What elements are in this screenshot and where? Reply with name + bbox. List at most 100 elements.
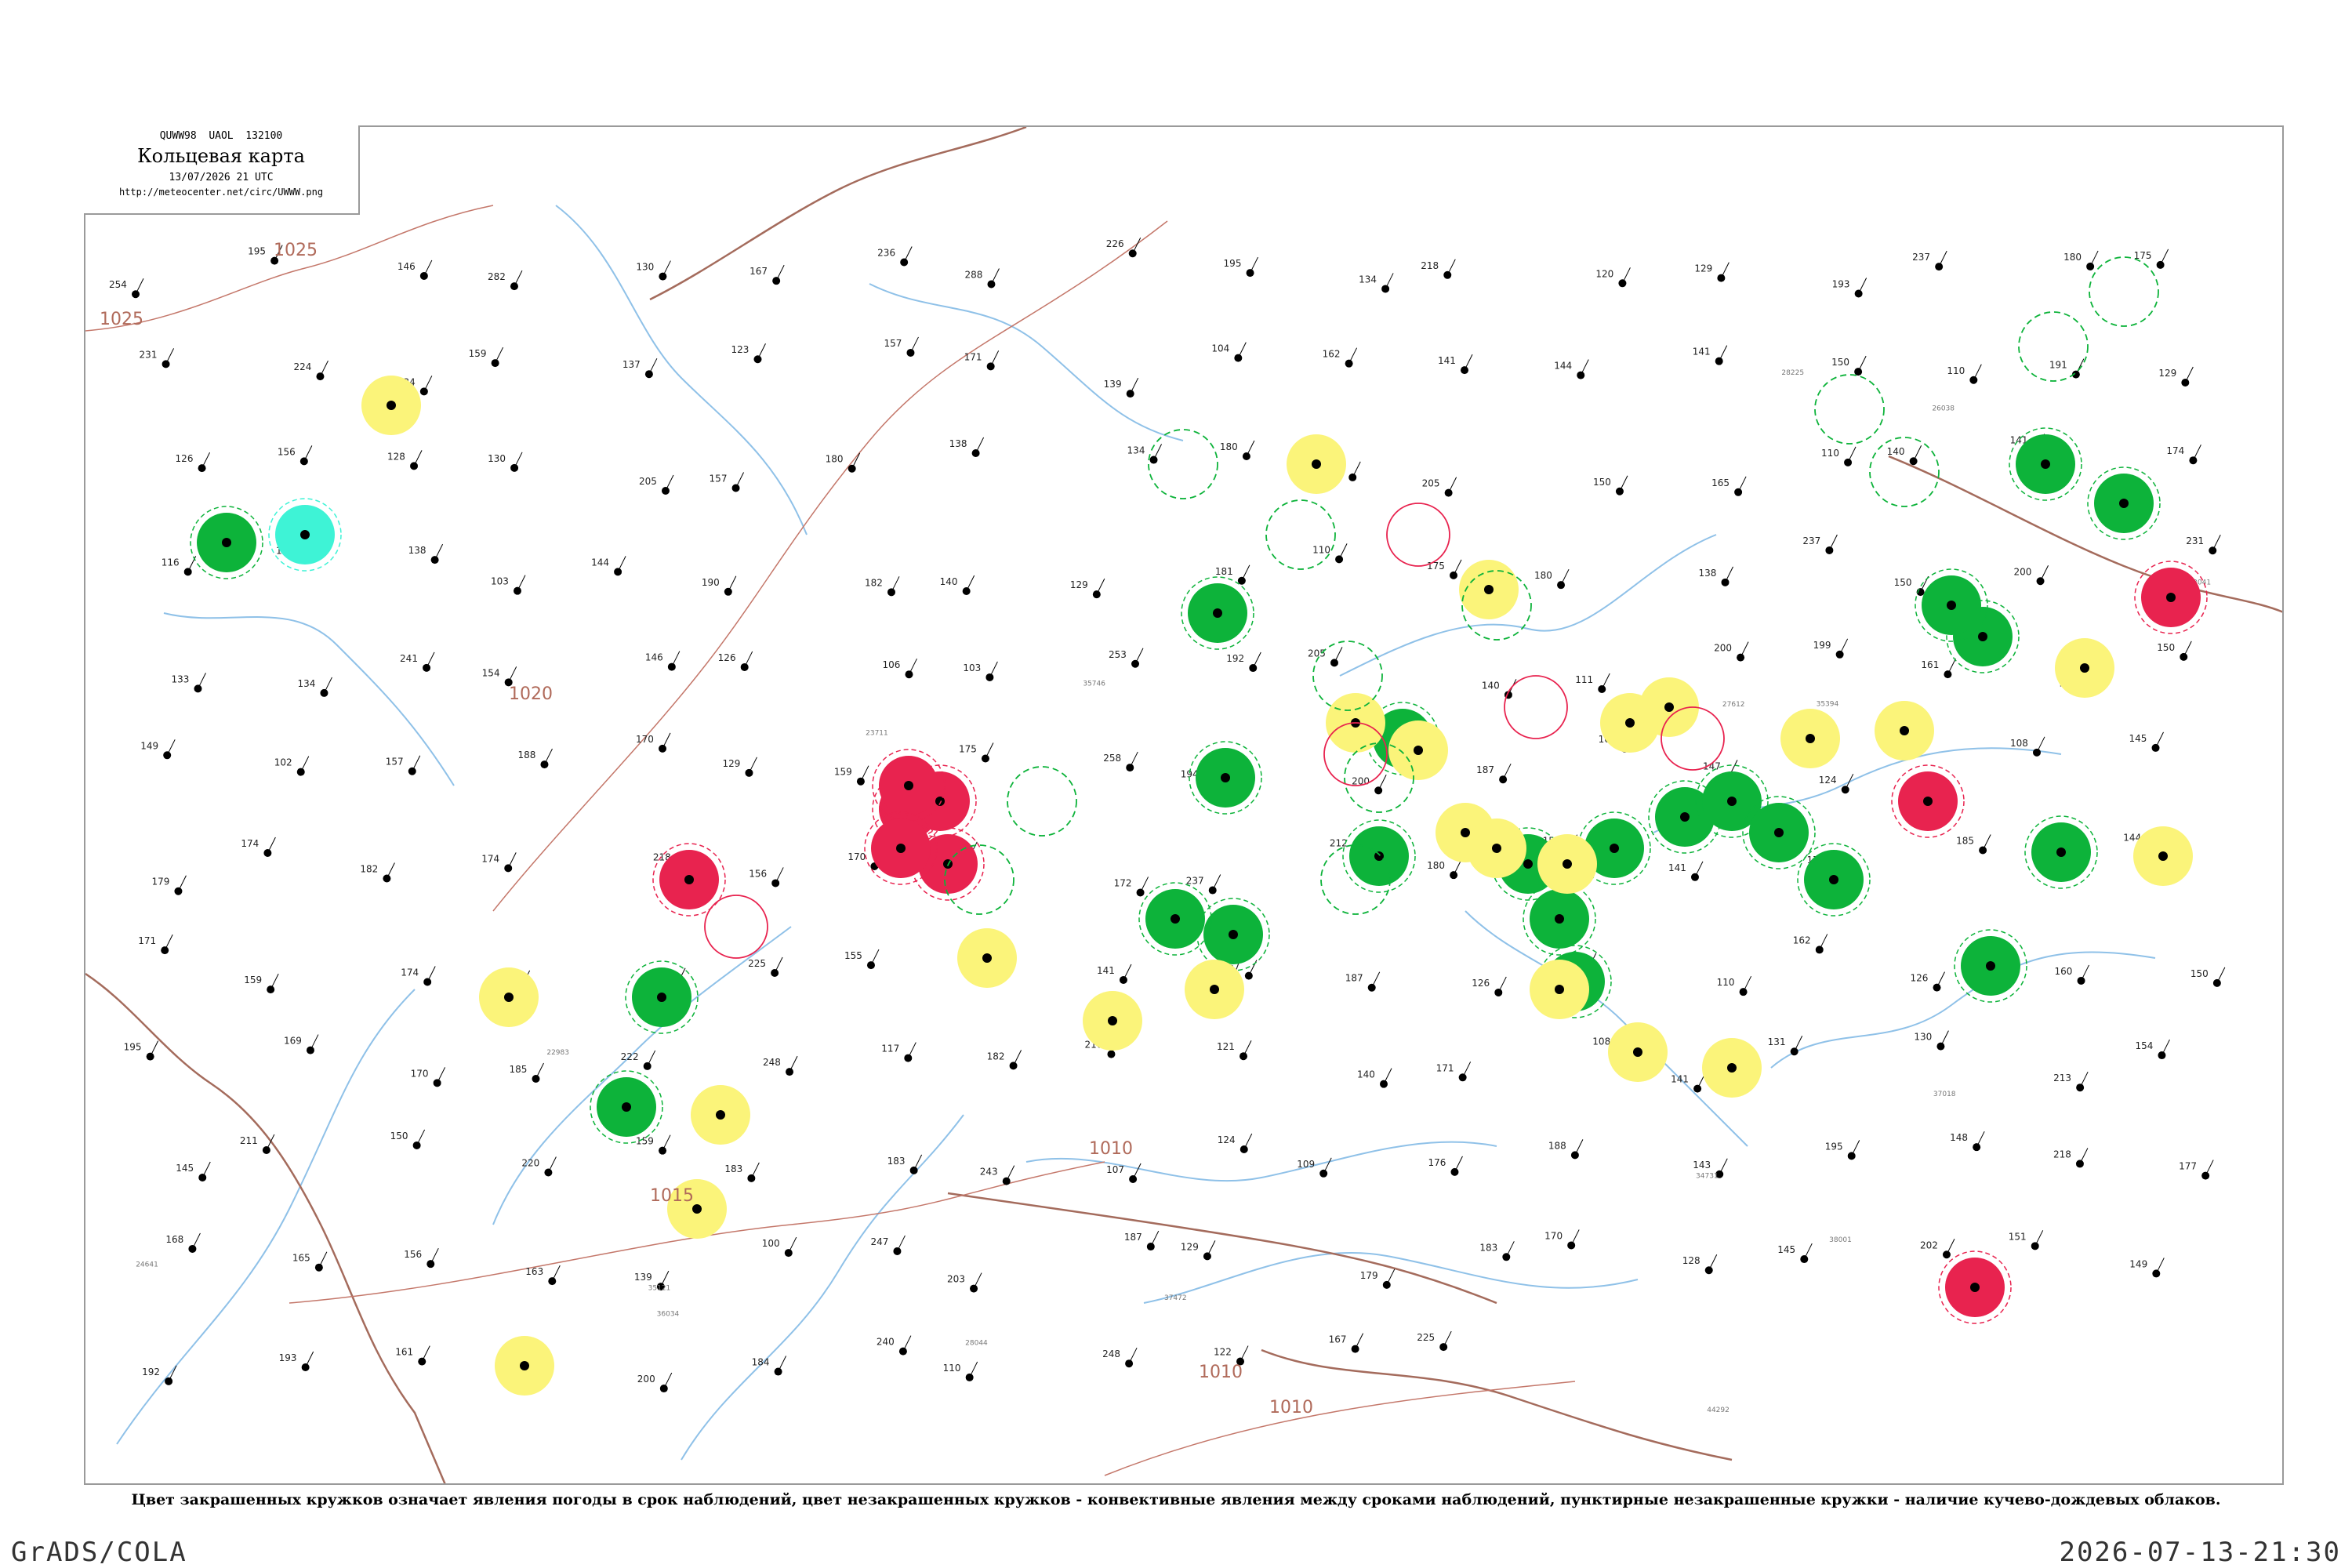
station-plot: 163 [525,1265,561,1286]
pressure-value: 124 [1218,1134,1236,1145]
station-plot: 159 [244,973,279,994]
station-plot: 167 [750,264,785,285]
pressure-value: 141 [1671,1074,1689,1085]
pressure-value: 138 [1699,568,1717,579]
station-plot: 157 [386,755,421,775]
pressure-value: 130 [636,262,654,273]
pressure-value: 187 [1345,973,1363,984]
wind-barb [2160,249,2169,266]
pressure-value: 205 [1308,648,1326,659]
pressure-value: 195 [124,1042,142,1053]
wind-barb [1129,751,1138,768]
pressure-value: 131 [1768,1036,1786,1047]
station-circle-yellow [957,928,1017,988]
station-plot: 141 [1668,861,1704,881]
station-plot: 188 [1548,1139,1584,1160]
pressure-value: 181 [1215,566,1233,577]
map-caption: Цвет закрашенных кружков означает явлени… [131,1491,2221,1508]
station-plot: 129 [722,757,757,777]
station-plot: 110 [1947,364,1982,384]
map-url[interactable]: http://meteocenter.net/circ/UWWW.png [84,187,358,198]
pressure-value: 175 [959,743,977,754]
wind-barb [728,575,737,593]
station-circle-red [1938,1250,2012,1324]
station-circle-yellow [1530,960,1589,1019]
station-marker [1555,914,1564,924]
station-plot: 180 [1427,858,1462,880]
station-plot: 130 [636,260,671,281]
station-plot: 150 [2157,641,2192,661]
pressure-value: 188 [517,750,535,760]
wind-barb [535,1062,544,1080]
station-plot: 225 [748,956,783,977]
station-plot: 154 [2135,1039,2170,1060]
pressure-value: 129 [1070,579,1088,590]
pressure-value: 165 [1711,477,1730,488]
pressure-value: 150 [1894,577,1912,588]
station-marker [1461,828,1470,837]
station-plot: 168 [165,1232,201,1253]
station-circle-red-dashed [704,895,768,959]
station-circle-yellow [1875,701,1934,760]
wind-barb [547,1156,557,1173]
station-plot: 110 [1717,975,1752,996]
wind-barb [1443,1330,1452,1348]
wind-barb [1140,877,1149,893]
station-circle-yellow [1083,991,1142,1051]
pressure-value: 150 [390,1131,408,1142]
station-marker [982,953,992,963]
station-plot: 126 [1911,971,1945,992]
pressure-value: 237 [1802,535,1820,546]
wind-barb [1462,1062,1472,1078]
station-plot: 236 [877,246,913,267]
wind-barb [1246,440,1255,457]
wind-barb [1006,1165,1015,1181]
pressure-value: 150 [2190,968,2209,979]
station-plot: 170 [636,732,671,753]
station-marker [1806,734,1815,743]
station-id: 24641 [136,1261,158,1269]
station-marker [1563,859,1572,869]
station-plot: 149 [140,739,176,760]
station-plot: 254 [109,278,144,299]
station-marker [504,993,514,1002]
wind-barb [1720,262,1730,278]
station-plot: 134 [297,677,332,697]
wind-barb [1454,1156,1463,1173]
station-marker [1829,875,1838,884]
pressure-value: 159 [834,767,852,778]
render-timestamp: 2026-07-13-21:30 [2059,1537,2341,1568]
station-marker [262,1146,270,1155]
pressure-value: 231 [140,349,158,360]
station-plot: 171 [138,934,173,955]
station-marker [1555,985,1564,994]
wind-barb [1719,1158,1728,1174]
station-plot: 195 [124,1040,159,1061]
station-plot: 100 [762,1236,797,1258]
pressure-value: 154 [2135,1040,2153,1051]
wind-barb [1857,355,1867,372]
station-circle-yellow [1459,560,1519,619]
pressure-value: 200 [2014,566,2032,577]
pressure-value: 148 [1950,1132,1968,1143]
station-plot: 180 [826,452,861,473]
station-plot: 183 [724,1162,760,1182]
station-plot: 220 [521,1156,557,1177]
station-plot: 248 [1102,1347,1138,1368]
pressure-value: 130 [488,453,506,464]
station-marker [1242,452,1250,460]
wind-barb [909,658,917,675]
wind-barb [1128,1347,1138,1364]
wind-barb [1740,641,1749,658]
pressure-value: 288 [964,269,982,280]
wind-barb [2205,1160,2214,1176]
pressure-value: 156 [278,446,296,457]
station-plot: 102 [274,756,310,776]
pressure-value: 134 [297,678,315,689]
pressure-value: 146 [397,261,416,272]
station-marker [520,1361,529,1370]
station-plot: 190 [702,575,737,596]
pressure-value: 182 [360,863,378,874]
station-id: 37472 [1164,1294,1187,1302]
station-plot: 169 [284,1034,319,1054]
